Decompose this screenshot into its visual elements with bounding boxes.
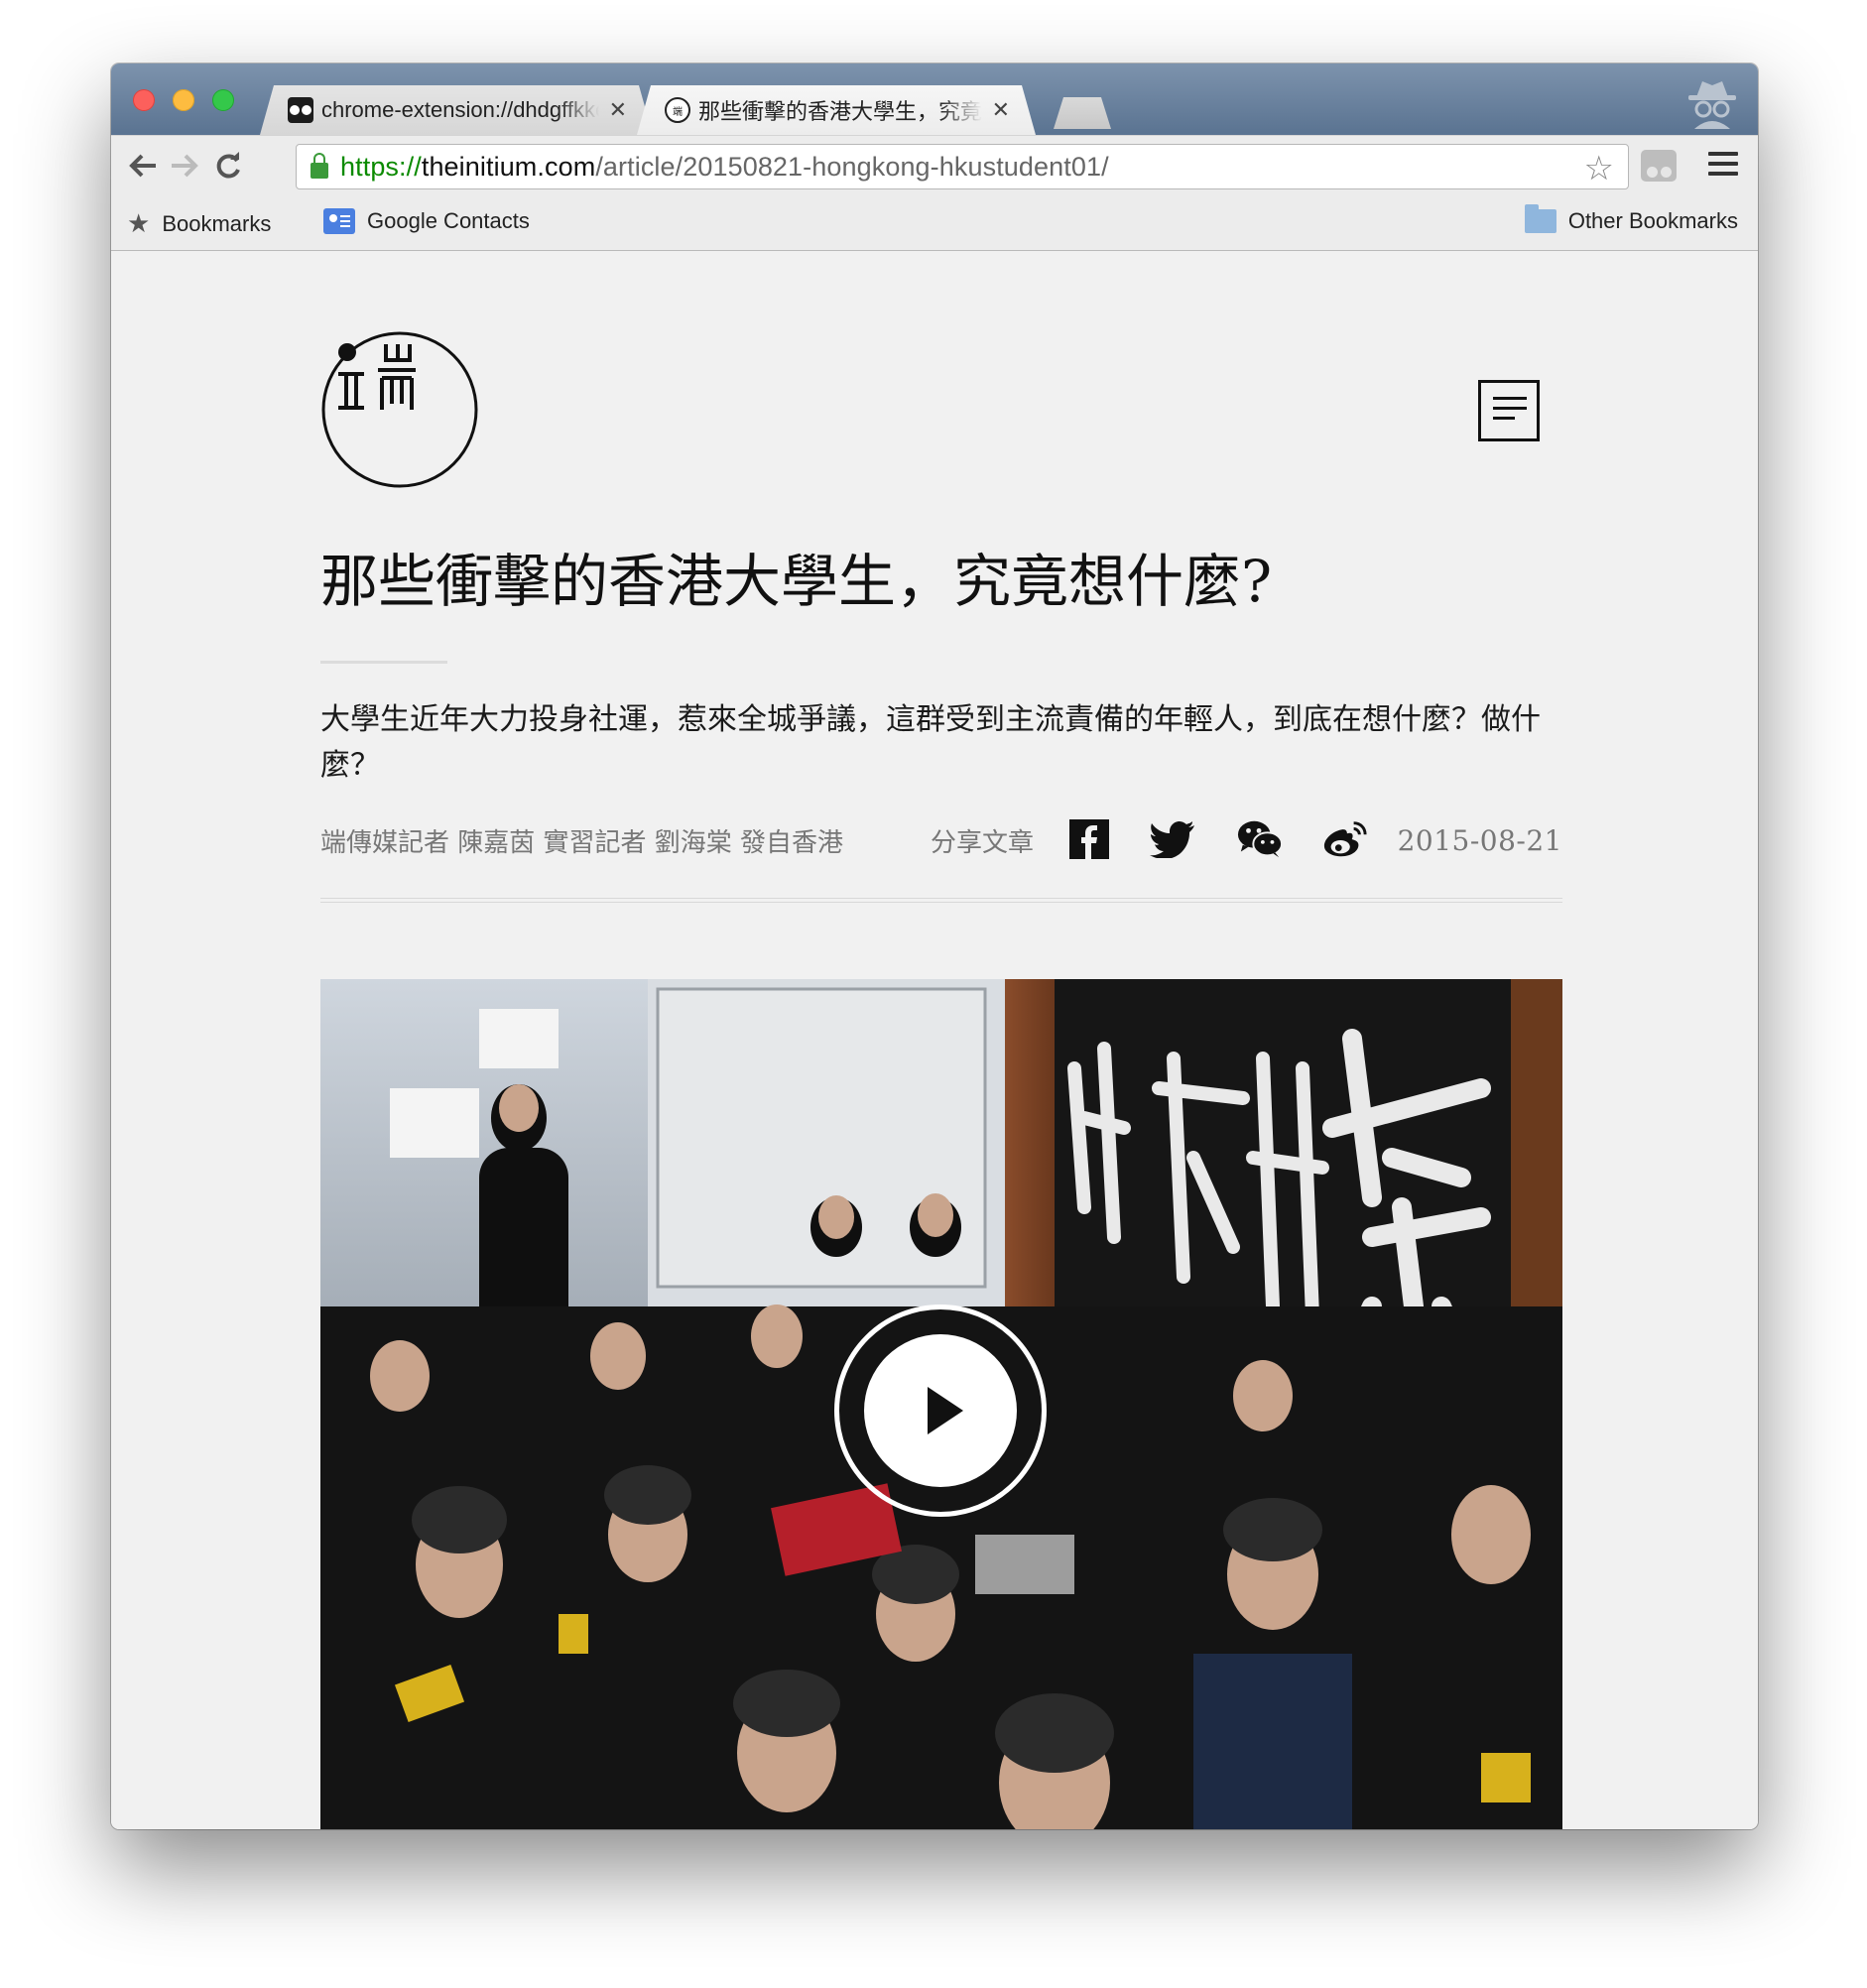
forward-button[interactable] xyxy=(167,148,202,184)
extension-icon xyxy=(288,97,313,123)
play-button[interactable] xyxy=(834,1305,1047,1517)
meta-divider xyxy=(320,898,1562,903)
facebook-share-button[interactable] xyxy=(1066,816,1112,862)
headline-divider xyxy=(320,661,447,664)
bookmarks-button[interactable]: ★ Bookmarks xyxy=(127,208,271,239)
initium-icon: 端 xyxy=(665,97,690,123)
contacts-icon xyxy=(323,208,355,234)
bookmarks-bar: ★ Bookmarks Google Contacts Other Bookma… xyxy=(111,196,1758,251)
menu-icon[interactable] xyxy=(1708,152,1738,178)
arrow-left-icon xyxy=(129,154,156,178)
zoom-window-button[interactable] xyxy=(212,89,234,111)
share-label: 分享文章 xyxy=(931,828,1035,858)
article-headline: 那些衝擊的香港大學生，究竟想什麼? xyxy=(320,548,1273,615)
back-button[interactable] xyxy=(125,148,161,184)
incognito-icon xyxy=(1688,81,1736,129)
url-text: https://theinitium.com/article/20150821-… xyxy=(340,151,1109,182)
tab-title: 那些衝擊的香港大學生，究竟想什麼？ xyxy=(698,99,982,124)
close-tab-icon[interactable]: ✕ xyxy=(609,97,627,123)
page-content: 那些衝擊的香港大學生，究竟想什麼? 大學生近年大力投身社運，惹來全城爭議，這群受… xyxy=(111,251,1758,1829)
other-bookmarks-folder[interactable]: Other Bookmarks xyxy=(1524,204,1738,234)
close-tab-icon[interactable]: ✕ xyxy=(992,97,1010,123)
browser-toolbar: https://theinitium.com/article/20150821-… xyxy=(111,135,1758,197)
tab-title: chrome-extension://dhdgffkkebhmkfjojejmp… xyxy=(321,97,595,122)
article-summary: 大學生近年大力投身社運，惹來全城爭議，這群受到主流責備的年輕人，到底在想什麼？做… xyxy=(320,702,1541,783)
twitter-icon xyxy=(1150,821,1194,858)
lock-icon xyxy=(311,153,328,179)
facebook-icon xyxy=(1069,819,1109,859)
bookmark-label: Google Contacts xyxy=(367,208,530,233)
tab-article[interactable]: 端 那些衝擊的香港大學生，究竟想什麼？ ✕ xyxy=(637,85,1036,135)
bookmark-star-icon[interactable]: ☆ xyxy=(1584,149,1614,188)
menu-toggle-button[interactable] xyxy=(1478,380,1540,441)
wechat-share-button[interactable] xyxy=(1237,816,1283,862)
arrow-right-icon xyxy=(172,154,198,178)
bookmarks-label: Bookmarks xyxy=(162,210,272,236)
initium-logo[interactable] xyxy=(320,330,479,489)
reload-icon xyxy=(216,152,240,179)
address-bar[interactable]: https://theinitium.com/article/20150821-… xyxy=(296,144,1629,189)
hero-video[interactable] xyxy=(320,979,1562,1829)
byline: 端傳媒記者 陳嘉茵 實習記者 劉海棠 發自香港 xyxy=(320,828,844,858)
twitter-share-button[interactable] xyxy=(1150,816,1195,862)
folder-icon xyxy=(1524,204,1556,233)
reload-button[interactable] xyxy=(210,148,246,184)
article-meta: 端傳媒記者 陳嘉茵 實習記者 劉海棠 發自香港 分享文章 2015-08-21 xyxy=(320,816,1562,866)
minimize-window-button[interactable] xyxy=(173,89,194,111)
browser-window: chrome-extension://dhdgffkkebhmkfjojejmp… xyxy=(111,63,1758,1829)
tab-extension[interactable]: chrome-extension://dhdgffkkebhmkfjojejmp… xyxy=(260,85,653,135)
tab-strip: chrome-extension://dhdgffkkebhmkfjojejmp… xyxy=(111,63,1758,135)
weibo-icon xyxy=(1323,821,1367,857)
close-window-button[interactable] xyxy=(133,89,155,111)
wechat-icon xyxy=(1237,820,1283,858)
weibo-share-button[interactable] xyxy=(1322,816,1368,862)
new-tab-button[interactable] xyxy=(1054,97,1111,129)
star-icon: ★ xyxy=(127,208,151,238)
bookmark-google-contacts[interactable]: Google Contacts xyxy=(323,208,530,234)
extension-toolbar-icon[interactable] xyxy=(1641,150,1677,182)
other-bookmarks-label: Other Bookmarks xyxy=(1567,208,1738,233)
publish-date: 2015-08-21 xyxy=(1397,824,1562,857)
play-icon xyxy=(864,1334,1017,1487)
